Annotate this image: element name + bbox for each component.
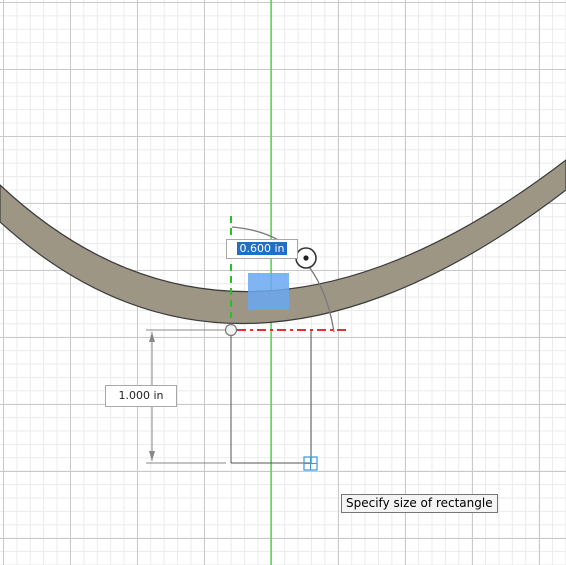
tooltip-text: Specify size of rectangle xyxy=(346,496,493,510)
width-dimension-value[interactable]: 0.600 in xyxy=(237,242,287,255)
dimension-arrow-top xyxy=(149,332,155,342)
height-dimension-value[interactable]: 1.000 in xyxy=(118,389,163,402)
angle-drag-handle-icon[interactable] xyxy=(295,247,317,269)
sketch-point-icon[interactable] xyxy=(224,323,238,337)
sketch-geometry[interactable] xyxy=(0,0,566,565)
instruction-tooltip: Specify size of rectangle xyxy=(341,494,498,513)
width-dimension-input[interactable]: 0.600 in xyxy=(226,239,298,259)
dimension-arrow-bottom xyxy=(149,451,155,461)
rectangle-cursor-icon xyxy=(303,456,318,471)
rectangle-preview xyxy=(248,273,289,310)
sketch-canvas[interactable]: 0.600 in 1.000 in Specify size of rectan… xyxy=(0,0,566,565)
height-dimension-input[interactable]: 1.000 in xyxy=(105,385,177,407)
